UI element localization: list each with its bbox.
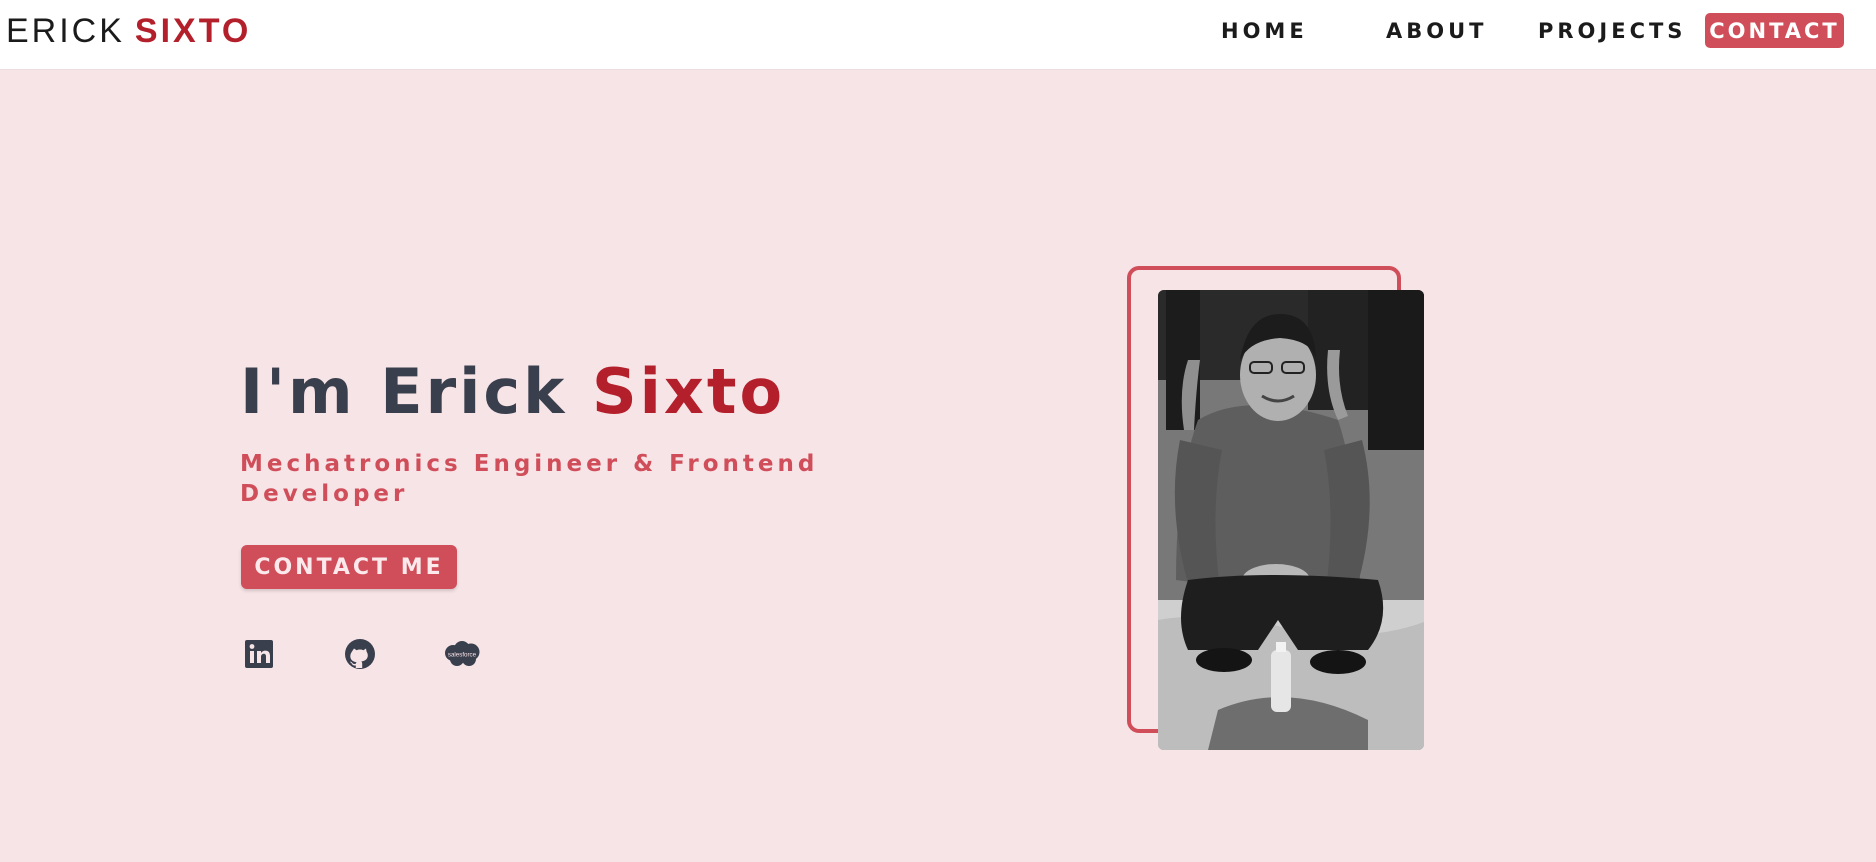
nav-link-projects[interactable]: PROJECTS [1538, 19, 1686, 43]
linkedin-link[interactable] [244, 638, 274, 670]
github-link[interactable] [344, 638, 376, 670]
brand-last-name: SIXTO [134, 12, 252, 50]
salesforce-icon: salesforce [445, 641, 480, 666]
salesforce-link[interactable]: salesforce [442, 638, 482, 670]
nav-contact-button[interactable]: CONTACT [1705, 13, 1844, 48]
hero-surname: Sixto [592, 355, 786, 428]
brand-first-name: ERICK [6, 12, 125, 50]
contact-me-button[interactable]: CONTACT ME [241, 545, 457, 589]
hero-title: I'm Erick Sixto [240, 355, 785, 428]
nav-link-about[interactable]: ABOUT [1386, 19, 1488, 43]
nav-link-home[interactable]: HOME [1221, 19, 1308, 43]
github-icon [345, 639, 375, 669]
salesforce-logo-text: salesforce [448, 652, 477, 659]
hero-subtitle: Mechatronics Engineer & Frontend Develop… [240, 451, 819, 507]
linkedin-icon [245, 640, 273, 668]
hero-greeting: I'm Erick [240, 355, 568, 428]
profile-photo [1158, 290, 1424, 750]
navbar: ERICK SIXTO HOME ABOUT PROJECTS CONTACT [0, 0, 1876, 70]
brand-logo[interactable]: ERICK SIXTO [6, 12, 251, 51]
